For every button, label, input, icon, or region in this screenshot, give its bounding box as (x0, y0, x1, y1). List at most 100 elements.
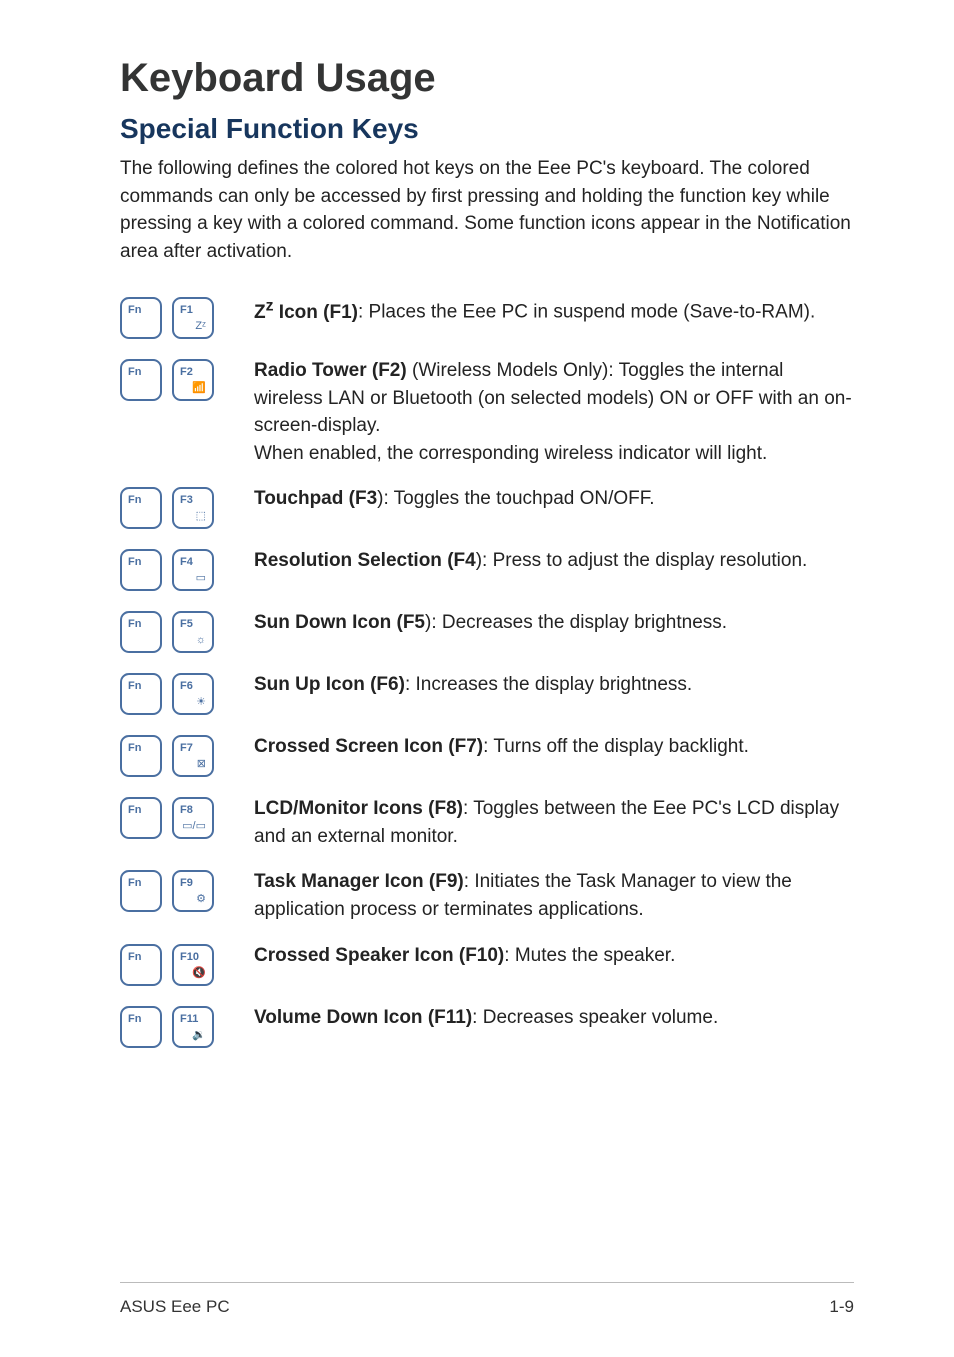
fkey-glyph-icon: 📶 (192, 381, 206, 394)
key-description-body: : Mutes the speaker. (504, 945, 675, 966)
key-description-body: ): Press to adjust the display resolutio… (476, 550, 808, 571)
key-description-title: Radio Tower (F2) (254, 360, 407, 381)
key-description-title: Zz Icon (F1) (254, 302, 358, 323)
key-description-title: Resolution Selection (F4 (254, 550, 476, 571)
fn-key-label: Fn (128, 951, 141, 963)
key-pair: Fn F10 🔇 (120, 942, 230, 986)
function-key-row: Fn F3⬚ Touchpad (F3): Toggles the touchpad… (120, 485, 854, 529)
fn-key-label: Fn (128, 804, 141, 816)
fkey-label: F7 (180, 742, 193, 754)
key-pair: Fn F1Zᶻ (120, 295, 230, 339)
key-pair: Fn F9⚙ (120, 868, 230, 912)
key-description-body: : Places the Eee PC in suspend mode (Sav… (358, 302, 815, 323)
fn-key-icon: Fn (120, 797, 162, 839)
fkey-label: F10 (180, 951, 199, 963)
fn-key-icon: Fn (120, 549, 162, 591)
fn-key-icon: Fn (120, 359, 162, 401)
fkey-icon: F4▭ (172, 549, 214, 591)
key-description: Sun Up Icon (F6): Increases the display … (254, 671, 854, 699)
key-pair: Fn F5☼ (120, 609, 230, 653)
key-description-title: Sun Up Icon (F6) (254, 674, 405, 695)
key-description: Crossed Speaker Icon (F10): Mutes the sp… (254, 942, 854, 970)
fn-key-label: Fn (128, 556, 141, 568)
function-key-row: Fn F10 🔇 Crossed Speaker Icon (F10): Mutes … (120, 942, 854, 986)
fkey-label: F6 (180, 680, 193, 692)
footer-left: ASUS Eee PC (120, 1297, 230, 1317)
fkey-icon: F11 🔉 (172, 1006, 214, 1048)
page-heading: Keyboard Usage (120, 56, 854, 101)
key-description-body: : Decreases speaker volume. (472, 1007, 718, 1028)
fn-key-icon: Fn (120, 1006, 162, 1048)
key-description: Resolution Selection (F4): Press to adju… (254, 547, 854, 575)
fkey-label: F11 (180, 1013, 198, 1025)
function-key-row: Fn F2 📶 Radio Tower (F2) (Wireless Models O… (120, 357, 854, 467)
key-description-body: : Turns off the display backlight. (483, 736, 749, 757)
fkey-icon: F1Zᶻ (172, 297, 214, 339)
function-key-row: Fn F6☀ Sun Up Icon (F6): Increases the dis… (120, 671, 854, 715)
key-pair: Fn F3⬚ (120, 485, 230, 529)
fkey-glyph-icon: ☼ (196, 634, 206, 646)
fkey-glyph-icon: ▭ (196, 571, 206, 584)
key-description-title: Task Manager Icon (F9) (254, 871, 464, 892)
key-pair: Fn F11 🔉 (120, 1004, 230, 1048)
fkey-icon: F10 🔇 (172, 944, 214, 986)
fkey-icon: F2 📶 (172, 359, 214, 401)
key-pair: Fn F2 📶 (120, 357, 230, 401)
fn-key-icon: Fn (120, 944, 162, 986)
key-description: Task Manager Icon (F9): Initiates the Ta… (254, 868, 854, 923)
function-key-row: Fn F8 ▭/▭ LCD/Monitor Icons (F8): Toggles b… (120, 795, 854, 850)
fn-key-label: Fn (128, 680, 141, 692)
fkey-glyph-icon: ⬚ (196, 509, 206, 522)
key-pair: Fn F6☀ (120, 671, 230, 715)
section-heading: Special Function Keys (120, 113, 854, 145)
key-description-title: Touchpad (F3 (254, 488, 377, 509)
fn-key-label: Fn (128, 877, 141, 889)
fkey-glyph-icon: 🔇 (192, 966, 206, 979)
fkey-icon: F8 ▭/▭ (172, 797, 214, 839)
key-description-body: ): Toggles the touchpad ON/OFF. (377, 488, 654, 509)
function-key-list: Fn F1Zᶻ Zz Icon (F1): Places the Eee PC in… (120, 295, 854, 1065)
page-footer: ASUS Eee PC 1-9 (120, 1282, 854, 1317)
fn-key-label: Fn (128, 366, 141, 378)
key-description: Radio Tower (F2) (Wireless Models Only):… (254, 357, 854, 467)
fkey-label: F4 (180, 556, 193, 568)
fkey-label: F8 (180, 804, 193, 816)
fkey-glyph-icon: ⊠ (197, 757, 206, 770)
key-description: Sun Down Icon (F5): Decreases the displa… (254, 609, 854, 637)
fn-key-label: Fn (128, 494, 141, 506)
fkey-label: F3 (180, 494, 193, 506)
function-key-row: Fn F4▭ Resolution Selection (F4): Press to… (120, 547, 854, 591)
fn-key-label: Fn (128, 304, 141, 316)
fn-key-icon: Fn (120, 297, 162, 339)
function-key-row: FnF11🔉Volume Down Icon (F11): Decreases … (120, 1004, 854, 1048)
key-pair: Fn F8 ▭/▭ (120, 795, 230, 839)
key-description-title: Crossed Speaker Icon (F10) (254, 945, 504, 966)
fn-key-icon: Fn (120, 673, 162, 715)
key-description-body: : Increases the display brightness. (405, 674, 692, 695)
intro-paragraph: The following defines the colored hot ke… (120, 155, 854, 265)
fkey-icon: F5☼ (172, 611, 214, 653)
fn-key-label: Fn (128, 742, 141, 754)
fkey-icon: F7 ⊠ (172, 735, 214, 777)
fkey-glyph-icon: 🔉 (192, 1028, 206, 1041)
fkey-glyph-icon: ⚙ (196, 892, 206, 905)
fn-key-label: Fn (128, 1013, 141, 1025)
key-description-title: Sun Down Icon (F5 (254, 612, 425, 633)
key-description-title: Crossed Screen Icon (F7) (254, 736, 483, 757)
key-description: LCD/Monitor Icons (F8): Toggles between … (254, 795, 854, 850)
footer-page-number: 1-9 (829, 1297, 854, 1317)
fkey-glyph-icon: ☀ (196, 695, 206, 708)
fn-key-icon: Fn (120, 870, 162, 912)
fkey-label: F2 (180, 366, 193, 378)
function-key-row: Fn F5☼ Sun Down Icon (F5): Decreases the d… (120, 609, 854, 653)
key-description-title: LCD/Monitor Icons (F8) (254, 798, 463, 819)
fkey-glyph-icon: ▭/▭ (182, 819, 206, 832)
fkey-label: F9 (180, 877, 193, 889)
fn-key-icon: Fn (120, 735, 162, 777)
key-description-body: ): Decreases the display brightness. (425, 612, 727, 633)
fn-key-icon: Fn (120, 611, 162, 653)
fkey-icon: F6☀ (172, 673, 214, 715)
fn-key-label: Fn (128, 618, 141, 630)
fn-key-icon: Fn (120, 487, 162, 529)
fkey-glyph-icon: Zᶻ (195, 320, 206, 332)
